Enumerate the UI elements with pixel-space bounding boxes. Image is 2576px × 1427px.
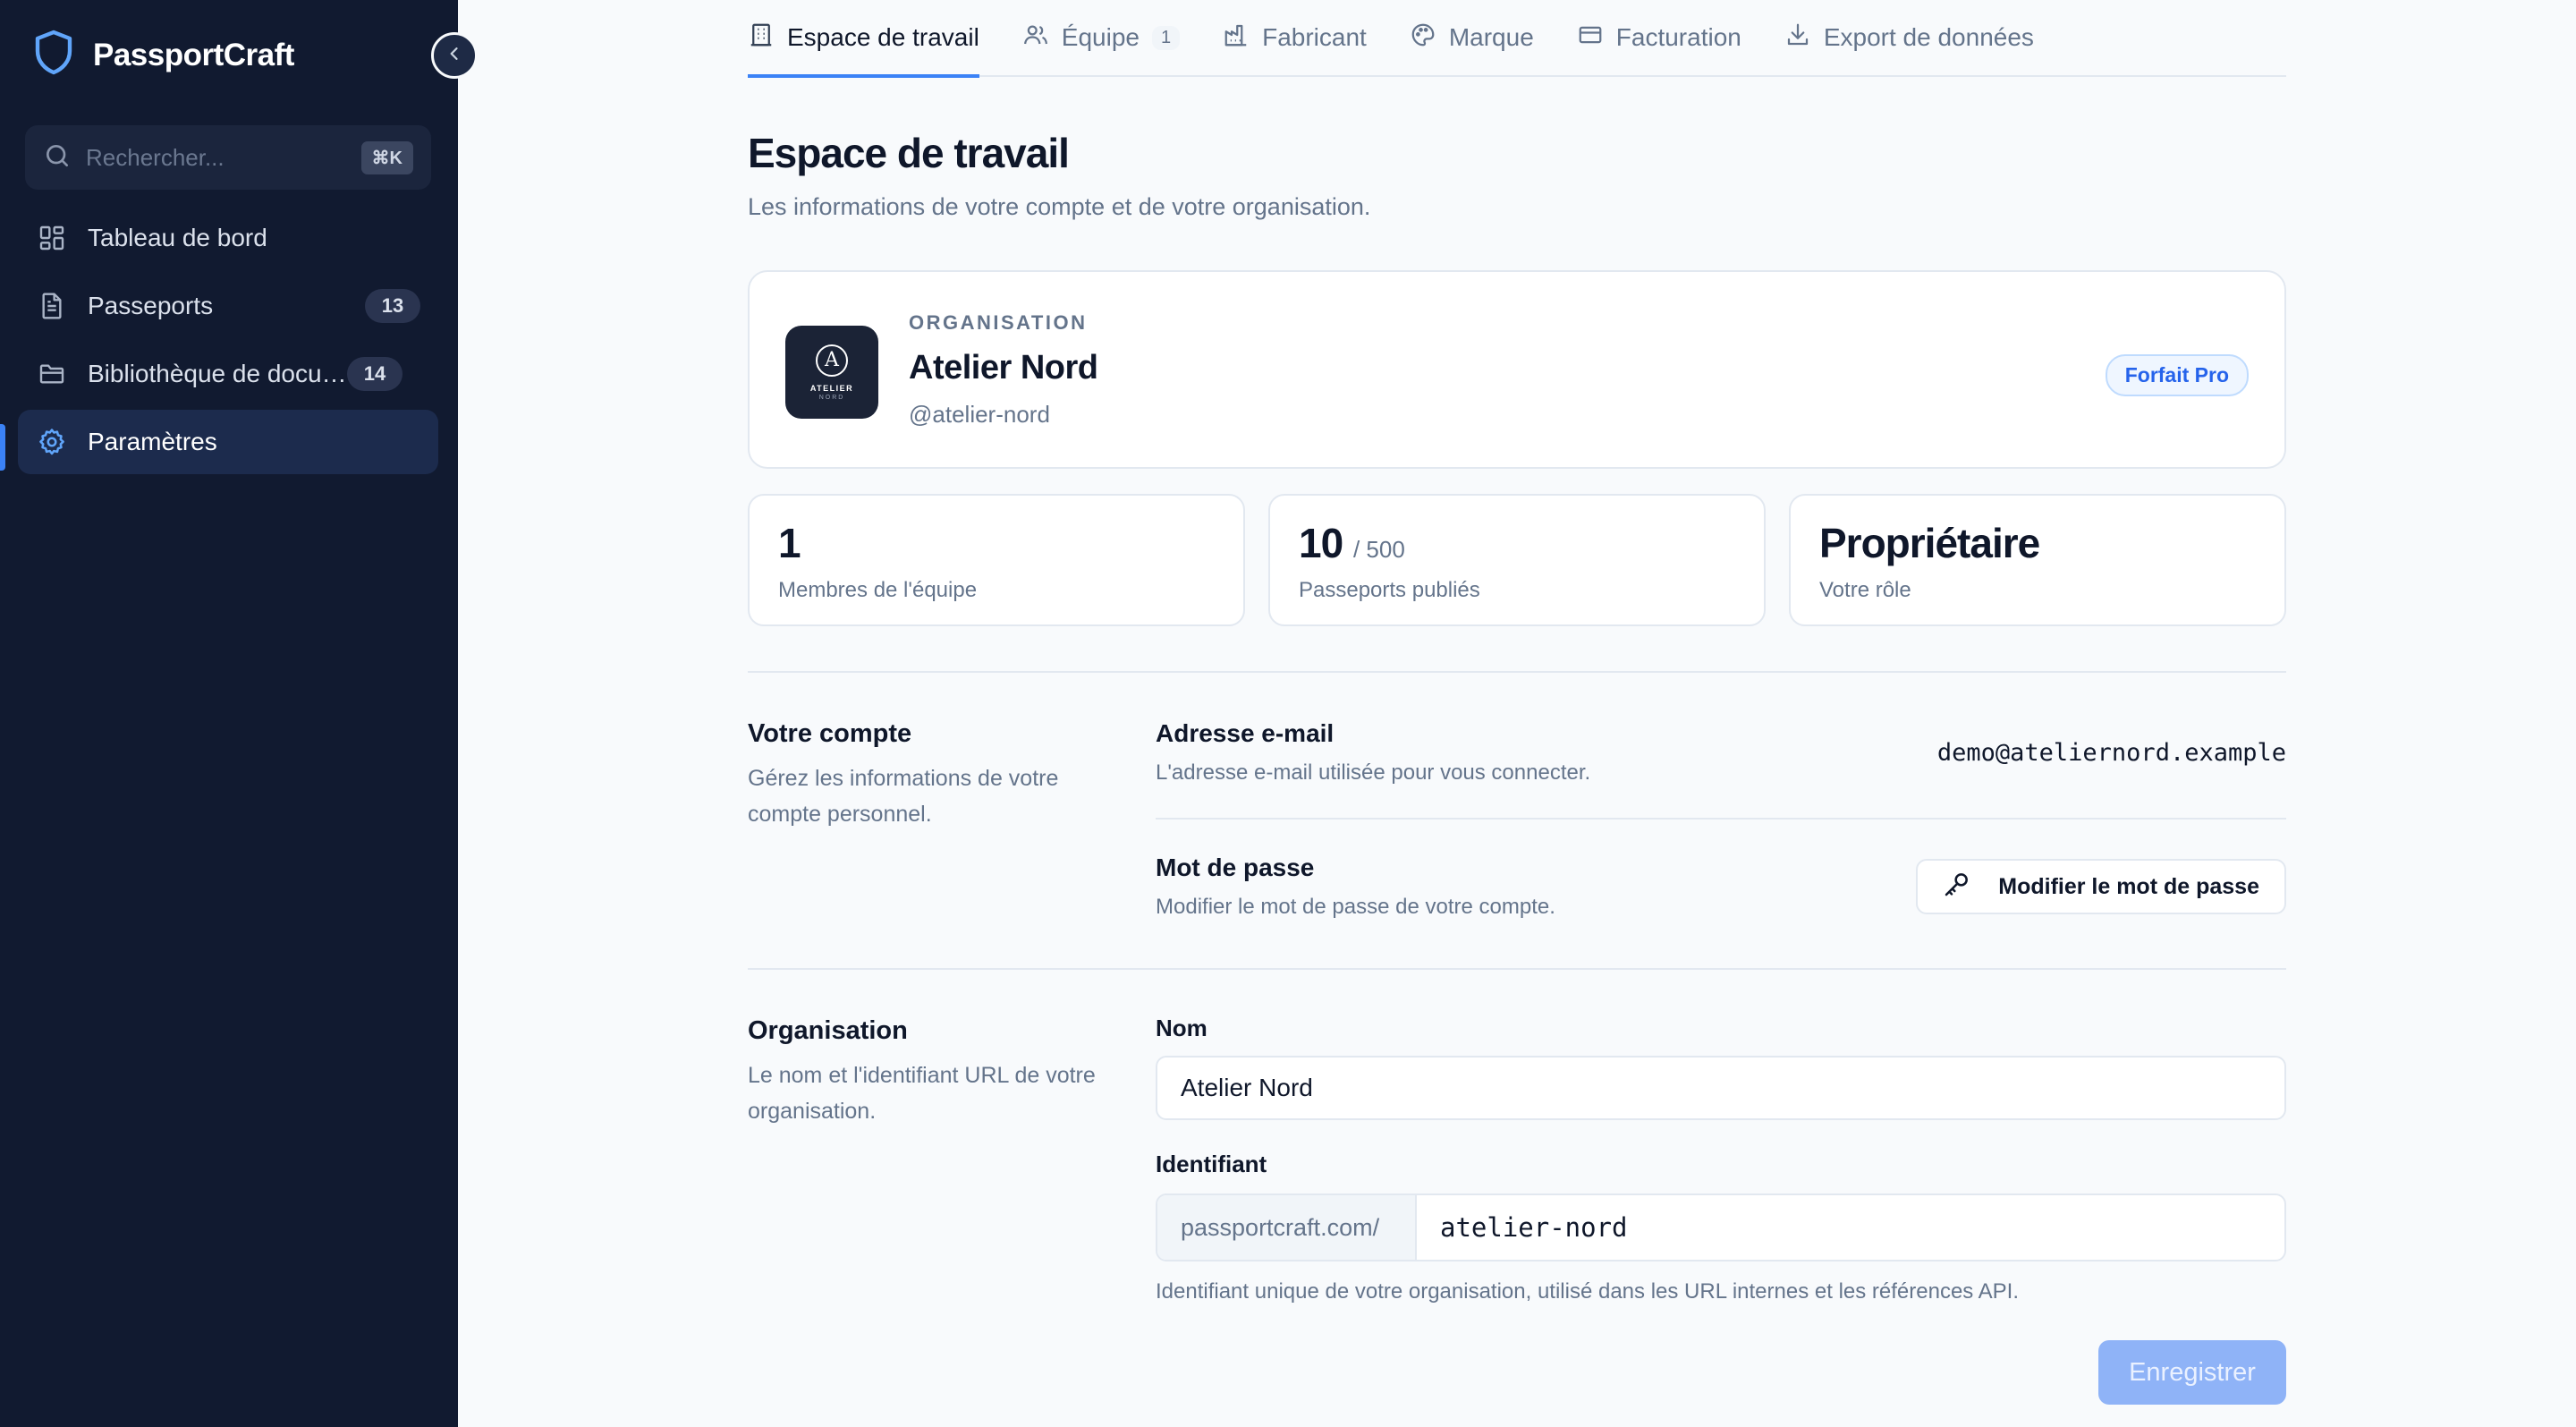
field-divider — [1156, 818, 2286, 820]
building-icon — [748, 21, 787, 55]
organization-kicker: ORGANISATION — [909, 311, 1088, 334]
section-divider — [748, 671, 2286, 673]
search-shortcut: ⌘K — [360, 140, 413, 174]
factory-icon — [1223, 21, 1262, 55]
organization-name: Atelier Nord — [909, 349, 1098, 386]
organization-card: A ATELIER NORD ORGANISATION Atelier Nord… — [748, 270, 2286, 469]
email-value: demo@ateliernord.example — [1936, 739, 2286, 767]
tab-brand[interactable]: Marque — [1410, 0, 1534, 76]
slug-prefix: passportcraft.com/ — [1157, 1195, 1417, 1260]
email-desc: L'adresse e-mail utilisée pour vous conn… — [1156, 760, 1591, 785]
stat-value: Propriétaire — [1819, 520, 2040, 566]
tab-data-export[interactable]: Export de données — [1784, 0, 2034, 76]
search-input[interactable]: Rechercher... ⌘K — [25, 125, 431, 190]
tab-label: Marque — [1448, 23, 1534, 51]
account-section-desc: Gérez les informations de votre compte p… — [748, 766, 1059, 827]
stat-card-role: Propriétaire Votre rôle — [1789, 494, 2286, 626]
slug-hint: Identifiant unique de votre organisation… — [1156, 1279, 2020, 1304]
credit-card-icon — [1577, 21, 1616, 55]
chevron-left-icon — [445, 45, 463, 67]
name-label: Nom — [1156, 1015, 1208, 1041]
tab-label: Espace de travail — [787, 23, 979, 51]
gear-icon — [36, 426, 68, 458]
email-label: Adresse e-mail — [1156, 719, 1335, 747]
grid-icon — [36, 222, 68, 254]
account-section-title: Votre compte — [748, 719, 912, 748]
main-content: Espace de travail Équipe 1 Fabricant Mar… — [748, 0, 2286, 1405]
search-icon — [43, 141, 72, 174]
sidebar-item-label: Passeports — [88, 292, 214, 319]
stat-value: 1 — [778, 520, 801, 566]
stat-card-members: 1 Membres de l'équipe — [748, 494, 1245, 626]
stat-label: Votre rôle — [1819, 578, 1911, 602]
stat-label: Membres de l'équipe — [778, 578, 978, 602]
shield-icon — [32, 29, 75, 81]
sidebar-item-label: Paramètres — [88, 428, 217, 455]
active-indicator — [0, 424, 5, 471]
file-icon — [36, 290, 68, 322]
slug-label: Identifiant — [1156, 1151, 1267, 1177]
slug-input[interactable]: atelier-nord — [1417, 1195, 2284, 1260]
password-label: Mot de passe — [1156, 854, 1315, 881]
slug-value: atelier-nord — [1440, 1212, 1628, 1243]
search-placeholder: Rechercher... — [86, 143, 225, 171]
collapse-sidebar-button[interactable] — [431, 32, 478, 79]
sidebar-item-label: Bibliothèque de documents — [88, 360, 347, 387]
stat-suffix: / 500 — [1352, 536, 1405, 563]
tab-team[interactable]: Équipe 1 — [1022, 0, 1181, 76]
organization-section-desc: Le nom et l'identifiant URL de votre org… — [748, 1063, 1096, 1124]
key-icon — [1943, 870, 1998, 905]
team-count-badge: 1 — [1151, 25, 1181, 50]
sidebar-item-documents[interactable]: Bibliothèque de documents 14 — [18, 342, 438, 406]
save-button[interactable]: Enregistrer — [2098, 1340, 2286, 1405]
organization-name-value: Atelier Nord — [1181, 1074, 1313, 1101]
page-title: Espace de travail — [748, 130, 1070, 176]
organization-logo: A ATELIER NORD — [785, 326, 878, 419]
organization-name-input[interactable]: Atelier Nord — [1156, 1056, 2286, 1120]
page-subtitle: Les informations de votre compte et de v… — [748, 193, 1371, 220]
tab-billing[interactable]: Facturation — [1577, 0, 1741, 76]
stat-label: Passeports publiés — [1299, 578, 1480, 602]
users-icon — [1022, 21, 1062, 55]
change-password-label: Modifier le mot de passe — [1998, 873, 2259, 899]
app-name: PassportCraft — [93, 37, 294, 72]
plan-badge: Forfait Pro — [2105, 354, 2249, 396]
stat-card-passports: 10 / 500 Passeports publiés — [1268, 494, 1766, 626]
folder-icon — [36, 358, 68, 390]
change-password-button[interactable]: Modifier le mot de passe — [1916, 859, 2286, 914]
sidebar-nav: Tableau de bord Passeports 13 Bibliothèq… — [18, 206, 438, 478]
count-badge: 13 — [365, 289, 420, 323]
logo-line-2: NORD — [818, 394, 845, 401]
tab-workspace[interactable]: Espace de travail — [748, 0, 979, 78]
stat-value: 10 — [1299, 520, 1343, 566]
sidebar-item-settings[interactable]: Paramètres — [18, 410, 438, 474]
tab-label: Facturation — [1615, 23, 1741, 51]
tab-manufacturer[interactable]: Fabricant — [1223, 0, 1367, 76]
palette-icon — [1410, 21, 1449, 55]
settings-tabs: Espace de travail Équipe 1 Fabricant Mar… — [748, 0, 2286, 78]
slug-field: passportcraft.com/ atelier-nord — [1156, 1193, 2286, 1261]
organization-handle: @atelier-nord — [909, 401, 1050, 428]
organization-section-title: Organisation — [748, 1016, 908, 1045]
sidebar-item-dashboard[interactable]: Tableau de bord — [18, 206, 438, 270]
tab-label: Export de données — [1823, 23, 2034, 51]
count-badge: 14 — [347, 357, 402, 391]
password-desc: Modifier le mot de passe de votre compte… — [1156, 895, 1555, 919]
logo-letter: A — [816, 344, 848, 377]
sidebar: PassportCraft Rechercher... ⌘K Tableau d… — [0, 0, 458, 1427]
logo-line-1: ATELIER — [809, 383, 854, 393]
brand[interactable]: PassportCraft — [32, 29, 294, 81]
section-divider — [748, 968, 2286, 970]
tab-label: Fabricant — [1262, 23, 1367, 51]
sidebar-item-passports[interactable]: Passeports 13 — [18, 274, 438, 338]
sidebar-item-label: Tableau de bord — [88, 224, 267, 251]
download-icon — [1784, 21, 1824, 55]
tab-label: Équipe — [1061, 23, 1140, 51]
